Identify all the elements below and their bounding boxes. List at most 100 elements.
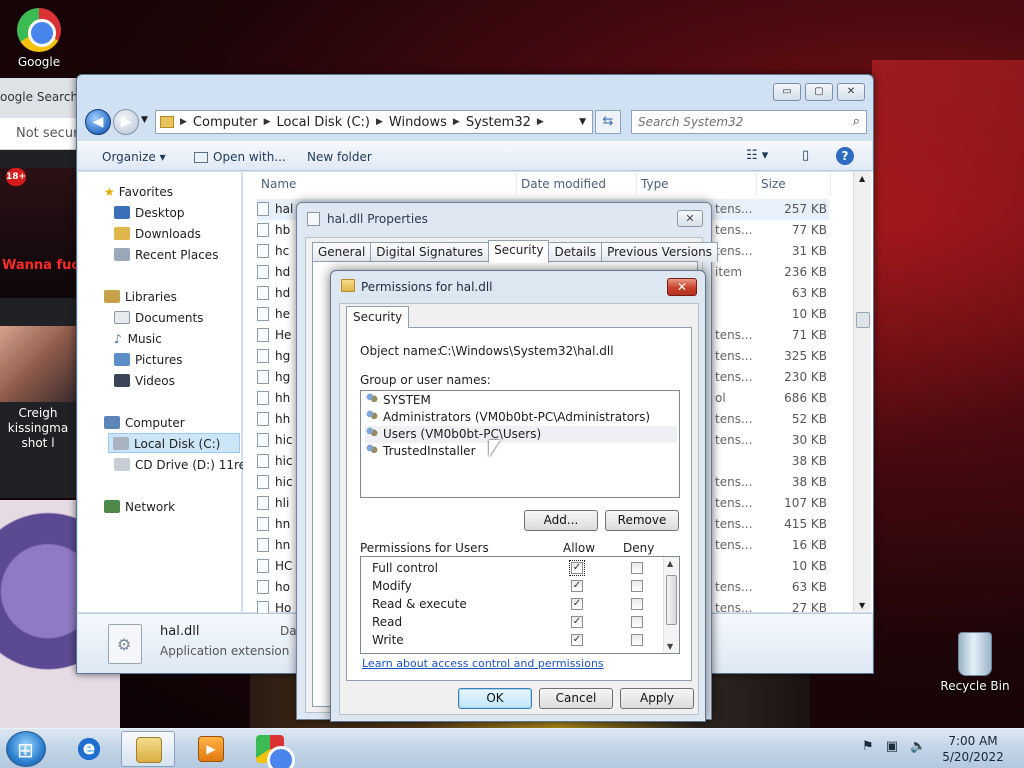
nav-videos[interactable]: Videos bbox=[114, 371, 175, 391]
breadcrumb-separator-icon[interactable]: ▶ bbox=[453, 117, 460, 127]
column-header-type[interactable]: Type bbox=[641, 172, 757, 196]
nav-cd-drive[interactable]: CD Drive (D:) 11res bbox=[114, 455, 252, 475]
deny-checkbox[interactable] bbox=[631, 634, 643, 646]
back-button[interactable]: ◀ bbox=[85, 109, 111, 135]
column-header-name[interactable]: Name bbox=[261, 172, 517, 196]
nav-pictures[interactable]: Pictures bbox=[114, 350, 183, 370]
breadcrumb-computer[interactable]: Computer bbox=[193, 115, 258, 130]
column-header-date-modified[interactable]: Date modified bbox=[521, 172, 637, 196]
nav-recent-places[interactable]: Recent Places bbox=[114, 245, 218, 265]
nav-desktop[interactable]: Desktop bbox=[114, 203, 185, 223]
network-icon[interactable]: ▣ bbox=[886, 739, 898, 754]
volume-icon[interactable]: 🔈 bbox=[910, 739, 926, 754]
nav-music[interactable]: ♪ Music bbox=[114, 329, 162, 349]
apply-button[interactable]: Apply bbox=[620, 688, 694, 709]
minimize-button[interactable]: ▭ bbox=[773, 83, 801, 101]
allow-checkbox[interactable]: ✓ bbox=[571, 616, 583, 628]
add-button[interactable]: Add... bbox=[524, 510, 598, 531]
taskbar-media-player[interactable]: ▶ bbox=[184, 731, 238, 767]
cancel-button[interactable]: Cancel bbox=[539, 688, 613, 709]
nav-network[interactable]: Network bbox=[104, 497, 175, 517]
breadcrumb-separator-icon[interactable]: ▶ bbox=[537, 117, 544, 127]
nav-label: Desktop bbox=[135, 206, 185, 220]
file-list-scrollbar[interactable]: ▲ ▼ bbox=[853, 172, 871, 612]
scroll-down-icon[interactable]: ▼ bbox=[859, 601, 865, 610]
scrollbar-thumb[interactable] bbox=[666, 575, 677, 625]
open-with-button[interactable]: Open with... bbox=[213, 150, 286, 164]
tab-security[interactable]: Security bbox=[488, 240, 550, 263]
nav-favorites[interactable]: ★ Favorites bbox=[104, 182, 173, 202]
taskbar-internet-explorer[interactable]: e bbox=[62, 731, 116, 767]
forward-button[interactable]: ▶ bbox=[113, 109, 139, 135]
deny-checkbox[interactable] bbox=[631, 562, 643, 574]
nav-computer[interactable]: Computer bbox=[104, 413, 185, 433]
user-row-system[interactable]: SYSTEM bbox=[365, 392, 677, 409]
preview-pane-icon[interactable]: ▯ bbox=[802, 148, 809, 163]
browser-caption[interactable]: Creigh kissingma shot l bbox=[0, 406, 76, 451]
taskbar-google-chrome[interactable] bbox=[243, 731, 297, 768]
remove-button[interactable]: Remove bbox=[605, 510, 679, 531]
refresh-button[interactable]: ⇆ bbox=[595, 110, 621, 134]
file-name: He bbox=[275, 328, 292, 342]
allow-checkbox[interactable]: ✓ bbox=[571, 598, 583, 610]
browser-address-bar[interactable]: Not secur bbox=[0, 118, 76, 150]
browser-thumbnail[interactable] bbox=[0, 326, 76, 402]
ok-button[interactable]: OK bbox=[458, 688, 532, 709]
desktop-icon-recycle-bin[interactable]: Recycle Bin bbox=[940, 632, 1010, 693]
permissions-dialog[interactable]: Permissions for hal.dll ✕ Security Objec… bbox=[330, 270, 706, 722]
breadcrumb-local-disk[interactable]: Local Disk (C:) bbox=[276, 115, 369, 130]
start-button[interactable] bbox=[6, 731, 46, 767]
learn-access-control-link[interactable]: Learn about access control and permissio… bbox=[362, 657, 604, 670]
clock[interactable]: 7:00 AM 5/20/2022 bbox=[936, 733, 1010, 765]
breadcrumb-separator-icon[interactable]: ▶ bbox=[264, 117, 271, 127]
user-row-administrators[interactable]: Administrators (VM0b0bt-PC\Administrator… bbox=[365, 409, 677, 426]
maximize-button[interactable]: ▢ bbox=[805, 83, 833, 101]
breadcrumb-system32[interactable]: System32 bbox=[466, 115, 531, 130]
user-list[interactable]: SYSTEM Administrators (VM0b0bt-PC\Admini… bbox=[360, 390, 680, 498]
allow-checkbox[interactable]: ✓ bbox=[569, 560, 585, 576]
breadcrumb-separator-icon[interactable]: ▶ bbox=[376, 117, 383, 127]
browser-thumbnail[interactable] bbox=[0, 168, 76, 298]
scroll-up-icon[interactable]: ▲ bbox=[667, 559, 673, 568]
deny-checkbox[interactable] bbox=[631, 616, 643, 628]
deny-checkbox[interactable] bbox=[631, 598, 643, 610]
scroll-up-icon[interactable]: ▲ bbox=[859, 174, 865, 183]
history-dropdown-icon[interactable]: ▼ bbox=[141, 115, 148, 125]
tab-details[interactable]: Details bbox=[548, 242, 603, 262]
organize-button[interactable]: Organize ▾ bbox=[102, 150, 166, 164]
permissions-scrollbar[interactable]: ▲ ▼ bbox=[663, 557, 679, 653]
allow-checkbox[interactable]: ✓ bbox=[571, 580, 583, 592]
view-options-icon[interactable]: ☷ ▾ bbox=[746, 148, 768, 163]
tab-previous-versions[interactable]: Previous Versions bbox=[601, 242, 718, 262]
tab-security[interactable]: Security bbox=[346, 306, 410, 328]
address-dropdown-icon[interactable]: ▼ bbox=[579, 117, 586, 127]
browser-promo-text[interactable]: Wanna fuck bbox=[2, 258, 76, 273]
browser-tab[interactable]: oogle Search bbox=[0, 78, 76, 118]
search-icon[interactable]: ⌕ bbox=[853, 114, 860, 129]
new-folder-button[interactable]: New folder bbox=[307, 150, 372, 164]
nav-libraries[interactable]: Libraries bbox=[104, 287, 177, 307]
nav-local-disk[interactable]: Local Disk (C:) bbox=[108, 433, 240, 453]
nav-downloads[interactable]: Downloads bbox=[114, 224, 201, 244]
allow-checkbox[interactable]: ✓ bbox=[571, 634, 583, 646]
address-bar[interactable]: ▶ Computer ▶ Local Disk (C:) ▶ Windows ▶… bbox=[155, 110, 593, 134]
desktop-icon-google-chrome[interactable]: Google bbox=[4, 8, 74, 69]
user-row-users[interactable]: Users (VM0b0bt-PC\Users) bbox=[365, 426, 677, 443]
permissions-close-button[interactable]: ✕ bbox=[667, 278, 697, 296]
taskbar-windows-explorer[interactable] bbox=[121, 731, 175, 767]
flag-icon[interactable]: ⚑ bbox=[862, 739, 874, 754]
properties-close-button[interactable]: ✕ bbox=[677, 210, 703, 227]
nav-documents[interactable]: Documents bbox=[114, 308, 203, 328]
help-icon[interactable]: ? bbox=[836, 147, 854, 165]
tab-general[interactable]: General bbox=[312, 242, 372, 262]
search-input[interactable]: Search System32 ⌕ bbox=[631, 110, 867, 134]
deny-checkbox[interactable] bbox=[631, 580, 643, 592]
user-row-trustedinstaller[interactable]: TrustedInstaller bbox=[365, 443, 677, 460]
close-button[interactable]: ✕ bbox=[837, 83, 865, 101]
browser-window-fragment[interactable]: oogle Search Not secur 18+ Wanna fuck Cr… bbox=[0, 78, 76, 498]
column-header-size[interactable]: Size bbox=[761, 172, 831, 196]
tab-digital-signatures[interactable]: Digital Signatures bbox=[370, 242, 490, 262]
breadcrumb-windows[interactable]: Windows bbox=[389, 115, 447, 130]
scrollbar-thumb[interactable] bbox=[856, 312, 870, 328]
scroll-down-icon[interactable]: ▼ bbox=[667, 642, 673, 651]
